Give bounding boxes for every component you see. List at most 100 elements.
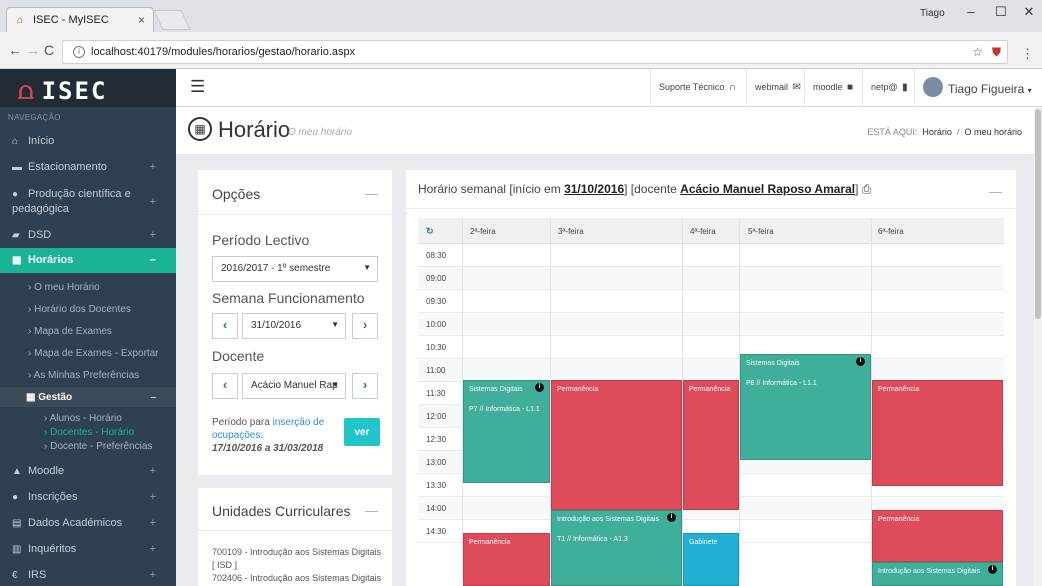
print-icon[interactable]: ⎙ — [862, 182, 872, 196]
sidebar-item-estacionamento[interactable]: ▬ Estacionamento + — [0, 161, 176, 173]
hamburger-menu-icon[interactable]: ☰ — [190, 77, 205, 97]
sidebar-sub-mapa-exames-exportar[interactable]: › Mapa de Exames - Exportar — [0, 348, 176, 359]
avatar — [923, 77, 943, 97]
sidebar-subsub-docentes-horario[interactable]: › Docentes - Horário — [0, 427, 176, 438]
info-icon[interactable]: i — [856, 357, 865, 366]
timetable-block[interactable]: Introdução aos Sistemas Digitais i — [872, 562, 1003, 586]
webmail-link[interactable]: webmail ✉ — [746, 69, 809, 107]
user-menu[interactable]: Tiago Figueira ▾ — [914, 69, 1042, 107]
sidebar-sub-gestao[interactable]: ▦ Gestão – — [0, 387, 176, 407]
url-field[interactable]: i localhost:40179/modules/horarios/gesta… — [62, 40, 1008, 64]
expand-plus-icon: + — [149, 569, 156, 581]
shield-icon[interactable]: ⛊ — [992, 45, 1001, 60]
collapse-timetable-icon[interactable]: — — [989, 184, 1002, 199]
timetable-block[interactable]: Permanência — [872, 510, 1003, 562]
periodo-insercao-text: Período para inserção de ocupações: 17/1… — [212, 417, 325, 454]
page-title: Horário — [218, 117, 291, 142]
sidebar-subsub-alunos-horario[interactable]: › Alunos - Horário — [0, 413, 176, 424]
page-scrollbar[interactable] — [1034, 107, 1042, 586]
menu-icon[interactable]: ⋮ — [1021, 46, 1034, 62]
sidebar-item-moodle[interactable]: ▲ Moodle + — [0, 465, 176, 477]
uc-item[interactable]: 702406 - Introdução aos Sistemas Digitai… — [212, 572, 382, 586]
next-week-button[interactable]: › — [352, 313, 378, 339]
time-row: 11:00 — [418, 359, 1004, 382]
star-icon[interactable]: ☆ — [972, 45, 983, 59]
breadcrumb-horario[interactable]: Horário — [922, 127, 952, 137]
moodle-link[interactable]: moodle ■ — [804, 69, 861, 107]
support-link[interactable]: Suporte Técnico ∩ — [650, 69, 744, 107]
options-panel: Opções — Período Lectivo 2016/2017 - 1º … — [198, 170, 392, 475]
sidebar-sub-meu-horario[interactable]: › O meu Horário — [0, 282, 176, 293]
timetable-block[interactable]: Sistemas Digitais i P7 // Informática - L… — [463, 380, 550, 483]
home-icon: ⌂ — [12, 136, 19, 147]
ver-button[interactable]: ver — [344, 418, 380, 446]
close-tab-icon[interactable]: × — [138, 13, 145, 27]
refresh-icon[interactable]: ↻ — [426, 226, 434, 237]
expand-plus-icon: + — [149, 161, 156, 173]
prev-week-button[interactable]: ‹ — [212, 313, 238, 339]
divider — [198, 214, 392, 215]
bookmark-icon: ▮ — [902, 82, 908, 93]
day-header: 4ª-feira — [690, 227, 716, 236]
docente-label: Docente — [212, 348, 265, 364]
collapse-options-icon[interactable]: — — [365, 186, 378, 201]
reload-icon[interactable]: C — [44, 42, 54, 58]
docente-select[interactable]: Acácio Manuel Rap ▼ — [242, 373, 346, 399]
start-date-link[interactable]: 31/10/2016 — [564, 182, 624, 196]
time-row: 10:30 — [418, 336, 1004, 359]
sidebar-item-irs[interactable]: € IRS + — [0, 569, 176, 581]
prev-docente-button[interactable]: ‹ — [212, 373, 238, 399]
info-icon[interactable]: i — [667, 513, 676, 522]
next-docente-button[interactable]: › — [352, 373, 378, 399]
info-icon[interactable]: i — [988, 565, 997, 574]
maximize-icon[interactable]: ☐ — [986, 4, 1016, 20]
sidebar-item-dados-academicos[interactable]: ▤ Dados Académicos + — [0, 517, 176, 529]
sidebar-sub-preferencias[interactable]: › As Minhas Preferências — [0, 370, 176, 381]
timetable-block[interactable]: Sistemas Digitais i P8 // Informática - L… — [740, 354, 871, 460]
timetable-block[interactable]: Permanência — [463, 533, 550, 586]
page-subtitle: O meu horário — [288, 127, 352, 138]
sidebar-sub-mapa-exames[interactable]: › Mapa de Exames — [0, 326, 176, 337]
timetable-block[interactable]: Permanência — [872, 380, 1003, 486]
timetable-block[interactable]: Permanência — [683, 380, 739, 510]
browser-tab[interactable]: ⌂ ISEC - MyISEC × — [6, 7, 154, 32]
caret-down-icon: ▼ — [363, 263, 371, 272]
sidebar-item-inqueritos[interactable]: ▥ Inquéritos + — [0, 543, 176, 555]
ucs-panel: Unidades Curriculares — 700109 - Introdu… — [198, 488, 392, 586]
day-header: 3ª-feira — [558, 227, 584, 236]
semana-label: Semana Funcionamento — [212, 290, 365, 306]
back-icon[interactable]: ← — [8, 42, 22, 58]
netpa-link[interactable]: netp@ ▮ — [862, 69, 916, 107]
expand-plus-icon: + — [149, 543, 156, 555]
time-row: 09:30 — [418, 290, 1004, 313]
scrollbar-thumb[interactable] — [1035, 109, 1041, 319]
sidebar-sub-horario-docentes[interactable]: › Horário dos Docentes — [0, 304, 176, 315]
info-icon[interactable]: i — [73, 46, 85, 58]
sidebar-item-inscricoes[interactable]: ● Inscrições + — [0, 491, 176, 503]
close-window-icon[interactable]: ✕ — [1014, 4, 1042, 20]
teacher-link[interactable]: Acácio Manuel Raposo Amaral — [680, 182, 855, 196]
options-title: Opções — [212, 186, 261, 202]
periodo-select[interactable]: 2016/2017 - 1º semestre ▼ — [212, 256, 378, 282]
timetable-block[interactable]: Introdução aos Sistemas Digitais i T1 // … — [551, 510, 682, 586]
uc-item[interactable]: 700109 - Introdução aos Sistemas Digitai… — [212, 546, 382, 572]
calendar-icon: ▦ — [26, 392, 39, 403]
semana-select[interactable]: 31/10/2016 ▼ — [242, 313, 346, 339]
new-tab-button[interactable] — [153, 10, 191, 30]
book-icon: ■ — [847, 82, 854, 93]
minimize-icon[interactable]: – — [956, 4, 986, 19]
brand-logo-area[interactable]: ⩍ ISEC — [0, 69, 176, 107]
breadcrumb-meu-horario: O meu horário — [964, 127, 1022, 137]
forward-icon[interactable]: → — [26, 42, 40, 58]
divider — [406, 208, 1016, 209]
sidebar-item-inicio[interactable]: ⌂ Início — [0, 135, 176, 147]
timetable-block[interactable]: Gabinete — [683, 533, 739, 586]
info-icon[interactable]: i — [535, 383, 544, 392]
sidebar-item-producao[interactable]: ● Produção científica e pedagógica + — [0, 187, 176, 216]
sidebar-item-dsd[interactable]: ▰ DSD + — [0, 229, 176, 241]
timetable-header-row: 2ª-feira 3ª-feira 4ª-feira 5ª-feira 6ª-f… — [418, 218, 1004, 244]
sidebar-subsub-docente-preferencias[interactable]: › Docente - Preferências — [0, 441, 176, 452]
sidebar-item-horarios[interactable]: ▦ Horários – — [0, 248, 176, 273]
timetable-block[interactable]: Permanência — [551, 380, 682, 510]
collapse-ucs-icon[interactable]: — — [365, 503, 378, 518]
